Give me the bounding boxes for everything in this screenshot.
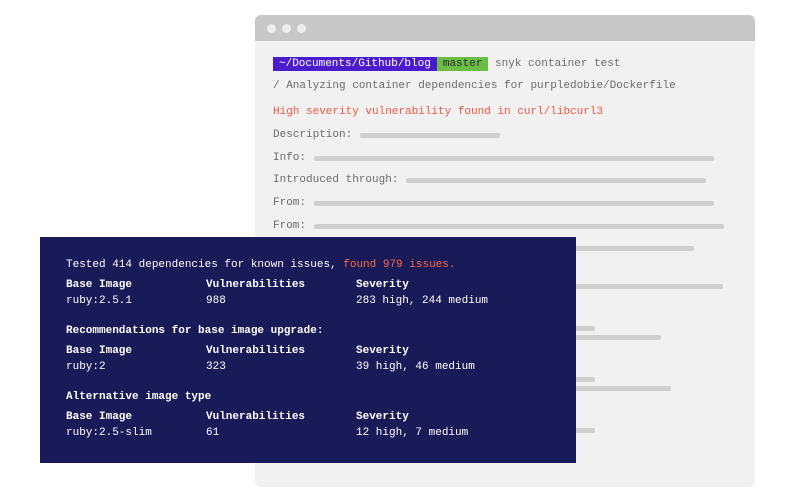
traffic-light-zoom-icon[interactable] [297,24,306,33]
col-header-image: Base Image [66,411,206,423]
col-header-vulns: Vulnerabilities [206,411,356,423]
tested-summary: Tested 414 dependencies for known issues… [66,259,550,271]
col-header-vulns: Vulnerabilities [206,345,356,357]
branch-pill: master [437,57,489,71]
analyzing-line: / Analyzing container dependencies for p… [273,77,737,96]
field-description: Description: [273,126,737,145]
cell-image: ruby:2.5.1 [66,295,206,307]
alternative-table: Base Image Vulnerabilities Severity ruby… [66,411,550,439]
cell-severity: 39 high, 46 medium [356,361,556,373]
window-titlebar [255,15,755,41]
severity-alert: High severity vulnerability found in cur… [273,103,737,122]
traffic-light-close-icon[interactable] [267,24,276,33]
field-label: Introduced through: [273,171,398,190]
cell-image: ruby:2.5-slim [66,427,206,439]
field-label: Description: [273,126,352,145]
col-header-severity: Severity [356,345,556,357]
cell-vulns: 61 [206,427,356,439]
results-panel: Tested 414 dependencies for known issues… [40,237,576,463]
col-header-image: Base Image [66,345,206,357]
col-header-severity: Severity [356,411,556,423]
current-image-table: Base Image Vulnerabilities Severity ruby… [66,279,550,307]
traffic-light-minimize-icon[interactable] [282,24,291,33]
redacted-bar [360,133,500,138]
cell-severity: 12 high, 7 medium [356,427,556,439]
field-label: From: [273,217,306,236]
col-header-vulns: Vulnerabilities [206,279,356,291]
redacted-bar [314,201,714,206]
alternative-title: Alternative image type [66,391,550,403]
field-introduced: Introduced through: [273,171,737,190]
cell-vulns: 323 [206,361,356,373]
cell-vulns: 988 [206,295,356,307]
redacted-bar [314,224,724,229]
path-pill: ~/Documents/Github/blog [273,57,437,71]
command-text: snyk container test [495,58,620,70]
tested-prefix: Tested 414 dependencies for known issues… [66,259,343,271]
field-from: From: [273,217,737,236]
field-info: Info: [273,149,737,168]
col-header-image: Base Image [66,279,206,291]
prompt-line: ~/Documents/Github/blogmaster snyk conta… [273,55,737,74]
field-label: Info: [273,149,306,168]
field-from: From: [273,194,737,213]
redacted-bar [406,178,706,183]
cell-severity: 283 high, 244 medium [356,295,556,307]
recommendations-title: Recommendations for base image upgrade: [66,325,550,337]
redacted-bar [314,156,714,161]
field-label: From: [273,194,306,213]
recommendation-table: Base Image Vulnerabilities Severity ruby… [66,345,550,373]
cell-image: ruby:2 [66,361,206,373]
col-header-severity: Severity [356,279,556,291]
issues-count: found 979 issues. [343,259,455,271]
